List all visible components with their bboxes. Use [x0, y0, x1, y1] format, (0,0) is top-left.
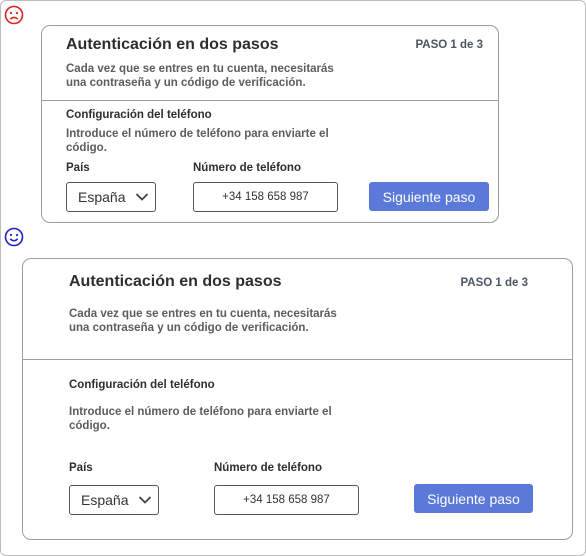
good-auth-card: Autenticación en dos pasos PASO 1 de 3 C… [22, 258, 573, 540]
phone-input[interactable]: +34 158 658 987 [214, 485, 359, 515]
happy-face-icon [4, 227, 24, 247]
section-description-line: código. [66, 142, 107, 154]
country-label: País [69, 462, 93, 474]
card-divider [23, 359, 572, 360]
card-divider [42, 100, 498, 101]
section-description-line: Introduce el número de teléfono para env… [66, 128, 329, 140]
card-description: Cada vez que se entres en tu cuenta, nec… [69, 307, 337, 335]
step-indicator: PASO 1 de 3 [415, 39, 483, 51]
phone-input[interactable]: +34 158 658 987 [193, 182, 338, 212]
next-step-button[interactable]: Siguiente paso [414, 484, 533, 513]
card-title: Autenticación en dos pasos [69, 273, 282, 290]
country-select-value: España [81, 492, 129, 508]
card-description-line: una contraseña y un código de verificaci… [69, 322, 309, 334]
phone-label: Número de teléfono [193, 162, 301, 174]
section-description: Introduce el número de teléfono para env… [69, 405, 332, 433]
sad-face-icon [4, 5, 24, 25]
step-indicator: PASO 1 de 3 [460, 277, 528, 289]
card-title: Autenticación en dos pasos [66, 36, 279, 53]
country-label: País [66, 162, 90, 174]
chevron-down-icon [138, 495, 152, 505]
section-description-line: código. [69, 420, 110, 432]
phone-label: Número de teléfono [214, 462, 322, 474]
card-description-line: Cada vez que se entres en tu cuenta, nec… [69, 308, 337, 320]
section-description: Introduce el número de teléfono para env… [66, 127, 329, 155]
country-select[interactable]: España [66, 182, 156, 212]
country-select-value: España [78, 189, 126, 205]
section-description-line: Introduce el número de teléfono para env… [69, 406, 332, 418]
card-description-line: Cada vez que se entres en tu cuenta, nec… [66, 63, 334, 75]
next-step-button[interactable]: Siguiente paso [369, 182, 489, 211]
chevron-down-icon [135, 192, 149, 202]
section-title: Configuración del teléfono [69, 379, 215, 391]
country-select[interactable]: España [69, 485, 159, 515]
card-description-line: una contraseña y un código de verificaci… [66, 77, 306, 89]
card-description: Cada vez que se entres en tu cuenta, nec… [66, 62, 334, 90]
section-title: Configuración del teléfono [66, 109, 212, 121]
bad-auth-card: Autenticación en dos pasos PASO 1 de 3 C… [41, 25, 499, 223]
